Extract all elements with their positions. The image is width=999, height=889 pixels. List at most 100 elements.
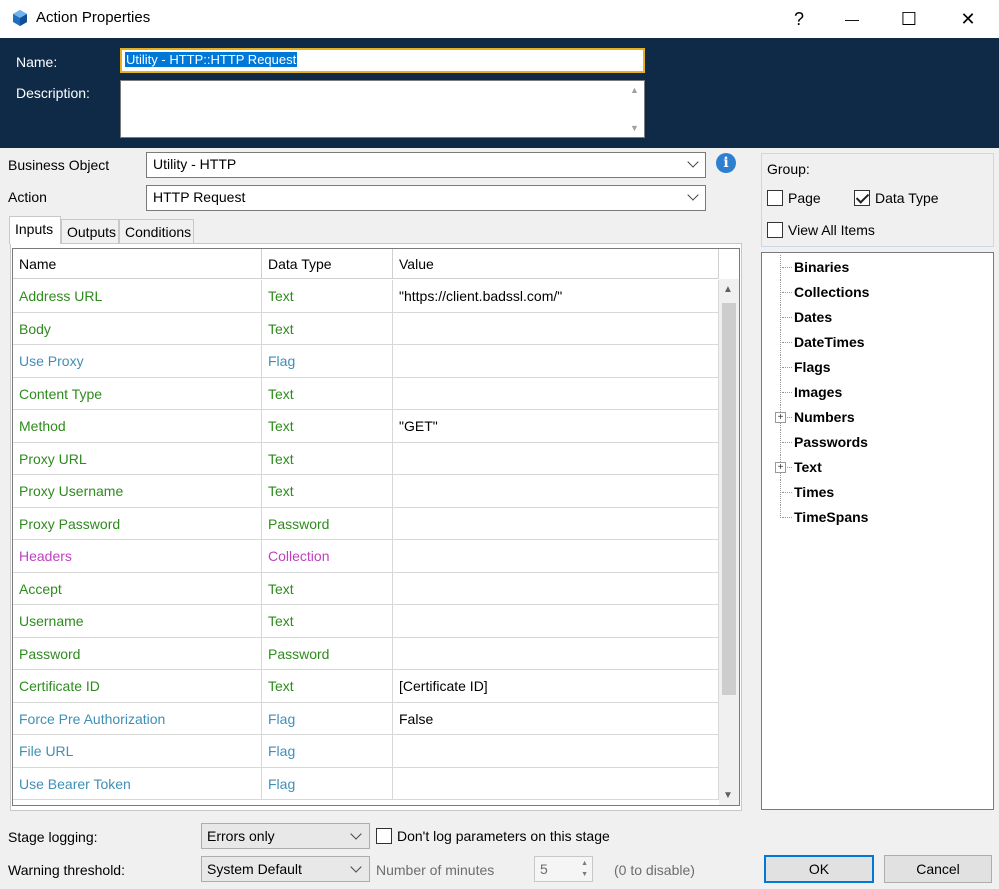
page-checkbox-label: Page: [788, 190, 821, 206]
table-row[interactable]: Use Proxy Flag: [13, 345, 719, 378]
stepper-up-icon[interactable]: ▲: [581, 860, 588, 867]
view-all-items-checkbox-box[interactable]: [767, 222, 783, 238]
scroll-up-icon[interactable]: ▲: [723, 284, 733, 295]
tree-item-label: Images: [794, 384, 843, 400]
column-header-value[interactable]: Value: [393, 249, 719, 279]
scroll-down-icon[interactable]: ▼: [723, 790, 733, 801]
info-icon[interactable]: i: [716, 153, 736, 173]
expand-icon[interactable]: +: [775, 462, 786, 473]
action-value: HTTP Request: [153, 189, 246, 205]
tree-item-label: Text: [794, 459, 822, 475]
tab-inputs[interactable]: Inputs: [9, 216, 61, 244]
table-row[interactable]: Address URL Text "https://client.badssl.co…: [13, 280, 719, 313]
table-row[interactable]: Password Password: [13, 637, 719, 670]
name-input-text: Utility - HTTP::HTTP Request: [125, 52, 298, 67]
tree-connector: [782, 517, 792, 518]
tree-connector: [780, 505, 781, 518]
row-value-cell[interactable]: [393, 637, 719, 669]
row-data-type-cell: Text: [262, 410, 393, 442]
maximize-button[interactable]: ☐: [880, 0, 938, 38]
page-checkbox-box[interactable]: [767, 190, 783, 206]
data-type-checkbox-box[interactable]: [854, 190, 870, 206]
view-all-items-checkbox[interactable]: View All Items: [767, 222, 875, 238]
row-data-type-cell: Flag: [262, 702, 393, 734]
table-row[interactable]: Accept Text: [13, 572, 719, 605]
minutes-stepper[interactable]: 5 ▲ ▼: [534, 856, 593, 882]
tree-item[interactable]: Passwords: [762, 430, 993, 455]
tree-item[interactable]: Flags: [762, 355, 993, 380]
tree-item[interactable]: Collections: [762, 280, 993, 305]
dont-log-checkbox[interactable]: Don't log parameters on this stage: [376, 828, 610, 844]
table-row[interactable]: Proxy URL Text: [13, 442, 719, 475]
row-value-cell[interactable]: [393, 507, 719, 539]
table-row[interactable]: Use Bearer Token Flag: [13, 767, 719, 800]
row-value-cell[interactable]: [393, 735, 719, 767]
table-row[interactable]: Body Text: [13, 312, 719, 345]
row-value-cell[interactable]: [393, 377, 719, 409]
description-scrollbar[interactable]: ▲ ▼: [626, 81, 644, 137]
dont-log-checkbox-box[interactable]: [376, 828, 392, 844]
table-row[interactable]: Proxy Username Text: [13, 475, 719, 508]
tree-connector: [782, 267, 792, 268]
tree-connector: [780, 255, 781, 280]
scrollbar-thumb[interactable]: [722, 303, 736, 695]
table-row[interactable]: Headers Collection: [13, 540, 719, 573]
close-button[interactable]: ✕: [939, 0, 997, 38]
column-header-name[interactable]: Name: [13, 249, 262, 279]
expand-icon[interactable]: +: [775, 412, 786, 423]
maximize-icon: ☐: [900, 8, 918, 29]
tree-item[interactable]: TimeSpans: [762, 505, 993, 530]
table-row[interactable]: Username Text: [13, 605, 719, 638]
tree-item[interactable]: Images: [762, 380, 993, 405]
table-row[interactable]: Proxy Password Password: [13, 507, 719, 540]
tab-outputs[interactable]: Outputs: [61, 219, 119, 243]
chevron-down-icon: [687, 189, 699, 201]
row-value-cell[interactable]: "GET": [393, 410, 719, 442]
row-name-cell: Proxy URL: [13, 442, 262, 474]
header-panel: Name: Utility - HTTP::HTTP Request Descr…: [0, 38, 999, 148]
help-button[interactable]: ?: [770, 0, 828, 38]
row-value-cell[interactable]: [Certificate ID]: [393, 670, 719, 702]
table-row[interactable]: Certificate ID Text [Certificate ID]: [13, 670, 719, 703]
row-value-cell[interactable]: [393, 540, 719, 572]
tree-item[interactable]: Times: [762, 480, 993, 505]
minimize-button[interactable]: —: [823, 0, 881, 38]
scroll-down-icon[interactable]: ▼: [630, 123, 639, 133]
row-value-cell[interactable]: [393, 475, 719, 507]
warning-threshold-select[interactable]: System Default: [201, 856, 370, 882]
tree-item[interactable]: Binaries: [762, 255, 993, 280]
cancel-button[interactable]: Cancel: [884, 855, 992, 883]
row-value-cell[interactable]: [393, 442, 719, 474]
stepper-down-icon[interactable]: ▼: [581, 871, 588, 878]
tree-item[interactable]: Dates: [762, 305, 993, 330]
tree-item[interactable]: + Text: [762, 455, 993, 480]
row-value-cell[interactable]: [393, 572, 719, 604]
data-type-checkbox[interactable]: Data Type: [854, 190, 939, 206]
tab-conditions[interactable]: Conditions: [119, 219, 194, 243]
tree-item[interactable]: + Numbers: [762, 405, 993, 430]
business-object-select[interactable]: Utility - HTTP: [146, 152, 706, 178]
action-select[interactable]: HTTP Request: [146, 185, 706, 211]
row-value-cell[interactable]: [393, 767, 719, 799]
title-bar: Action Properties ? — ☐ ✕: [0, 0, 999, 38]
tree-item[interactable]: DateTimes: [762, 330, 993, 355]
table-row[interactable]: Method Text "GET": [13, 410, 719, 443]
row-value-cell[interactable]: False: [393, 702, 719, 734]
row-value-cell[interactable]: [393, 312, 719, 344]
name-input[interactable]: Utility - HTTP::HTTP Request: [120, 48, 645, 73]
table-row[interactable]: Content Type Text: [13, 377, 719, 410]
scroll-up-icon[interactable]: ▲: [630, 85, 639, 95]
column-header-data-type[interactable]: Data Type: [262, 249, 393, 279]
tree-connector: [782, 342, 792, 343]
grid-scrollbar[interactable]: ▲ ▼: [719, 279, 739, 805]
stage-logging-select[interactable]: Errors only: [201, 823, 370, 849]
table-row[interactable]: Force Pre Authorization Flag False: [13, 702, 719, 735]
table-row[interactable]: File URL Flag: [13, 735, 719, 768]
ok-button[interactable]: OK: [764, 855, 874, 883]
row-value-cell[interactable]: "https://client.badssl.com/": [393, 280, 719, 312]
page-checkbox[interactable]: Page: [767, 190, 821, 206]
description-input[interactable]: ▲ ▼: [120, 80, 645, 138]
tree-item-label: DateTimes: [794, 334, 865, 350]
row-value-cell[interactable]: [393, 605, 719, 637]
row-value-cell[interactable]: [393, 345, 719, 377]
